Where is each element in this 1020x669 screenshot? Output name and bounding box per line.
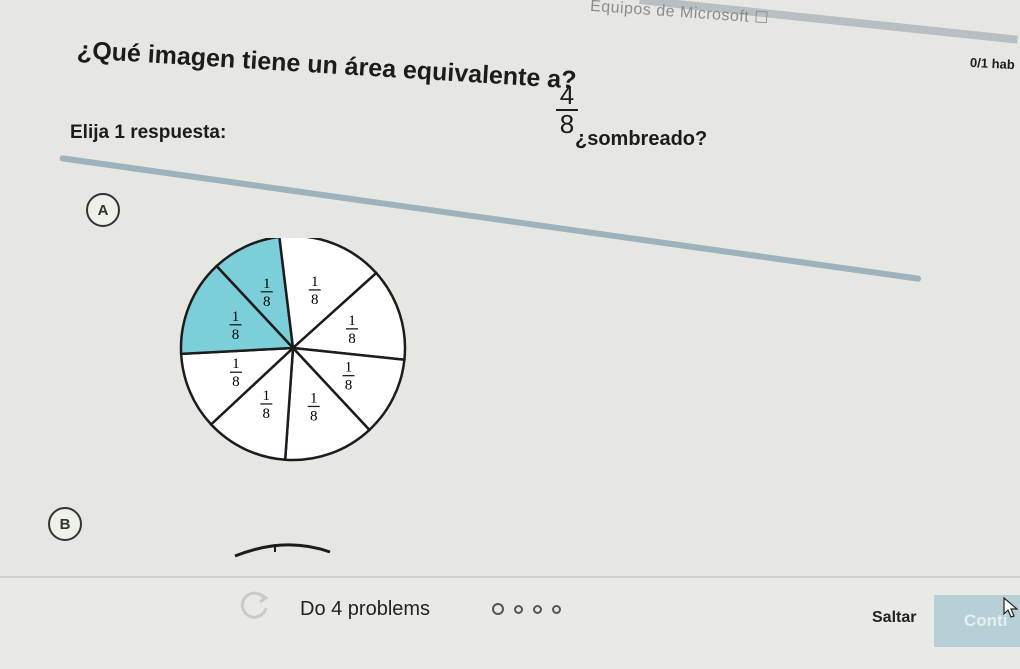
fraction-numerator: 4 [556, 81, 578, 112]
progress-dot [552, 604, 561, 614]
slice-label-numerator: 1 [263, 388, 271, 404]
slice-label-numerator: 1 [310, 390, 318, 406]
choice-a-radio[interactable]: A [86, 193, 120, 227]
mouse-cursor-icon [1003, 597, 1019, 618]
do-problems-label: Do 4 problems [300, 598, 431, 620]
question-text: ¿Qué imagen tiene un área equivalente a? [76, 36, 578, 95]
slice-label-denominator: 8 [310, 408, 318, 424]
slice-label-denominator: 8 [232, 374, 240, 390]
slice-label-denominator: 8 [263, 294, 271, 310]
slice-label-denominator: 8 [348, 331, 356, 347]
choice-b-radio[interactable]: B [48, 507, 82, 541]
skip-button[interactable]: Saltar [872, 609, 916, 627]
slice-label-denominator: 8 [263, 406, 271, 422]
pie-slices [179, 238, 407, 462]
teams-banner: Equipos de Microsoft ☐ [589, 0, 770, 28]
slice-label-denominator: 8 [311, 292, 319, 308]
slice-label-numerator: 1 [232, 309, 240, 325]
slice-label-numerator: 1 [348, 313, 356, 329]
choice-b-figure-partial [234, 543, 331, 558]
slice-label-numerator: 1 [263, 276, 271, 292]
slice-label-numerator: 1 [311, 274, 319, 290]
progress-dot [514, 604, 523, 614]
progress-dot [533, 604, 542, 614]
slice-label-denominator: 8 [232, 327, 240, 343]
pie-chart-choice-a[interactable]: 1 8 1 8 1 8 1 8 1 8 1 8 1 8 1 8 [175, 238, 415, 463]
answer-instructions: Elija 1 respuesta: [70, 122, 227, 143]
progress-counter: 0/1 hab [969, 54, 1016, 73]
question-text-suffix: ¿sombreado? [575, 128, 708, 150]
slice-label-numerator: 1 [232, 356, 240, 372]
progress-dot [492, 603, 504, 615]
refresh-icon [240, 591, 269, 619]
slice-label-numerator: 1 [345, 360, 353, 376]
slice-label-denominator: 8 [345, 378, 353, 394]
footer-bar [0, 578, 1020, 669]
problem-progress-dots [492, 603, 561, 615]
